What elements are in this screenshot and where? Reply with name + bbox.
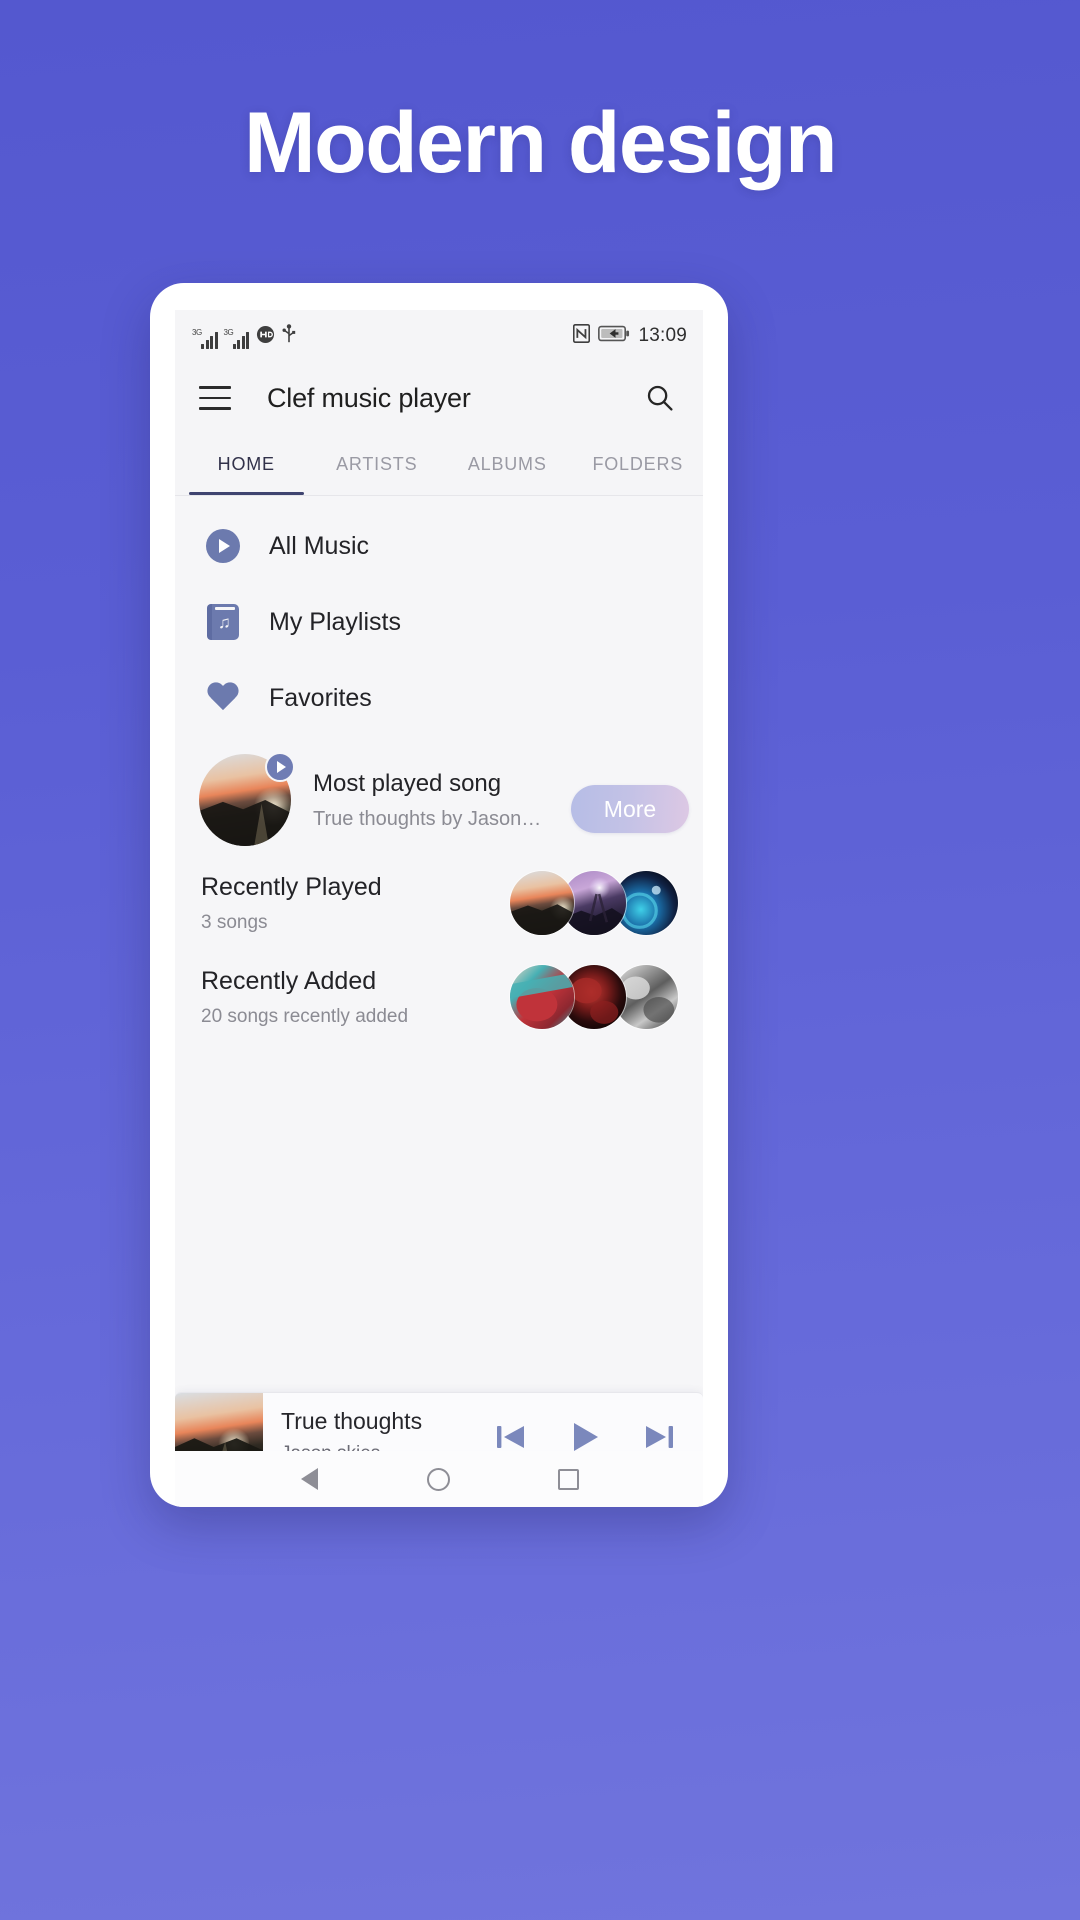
tab-home-label: HOME xyxy=(217,454,275,474)
battery-charging-icon xyxy=(598,325,630,347)
most-played-title: Most played song xyxy=(313,769,502,797)
status-bar-clock: 13:09 xyxy=(638,325,687,346)
library-nav-list: All Music ♫ My Playlists Favorites xyxy=(175,496,703,736)
tab-artists-label: ARTISTS xyxy=(336,454,418,474)
most-played-card[interactable]: Most played song True thoughts by Jason…… xyxy=(175,744,703,856)
most-played-text: Most played song True thoughts by Jason… xyxy=(313,770,561,831)
hd-audio-icon xyxy=(256,325,275,349)
red-teal-artwork xyxy=(509,964,575,1030)
section-recently-played-title: Recently Played xyxy=(201,872,382,901)
system-nav-bar xyxy=(175,1451,703,1507)
section-recently-played-text: Recently Played 3 songs xyxy=(201,873,509,934)
recently-played-thumbnails xyxy=(509,870,687,936)
phone-frame: 3G 3G 13:09 Clef music player HOME ARTIS… xyxy=(150,283,728,1507)
signal-3g-icon: 3G xyxy=(192,327,218,349)
home-circle-icon[interactable] xyxy=(424,1464,454,1494)
tab-albums[interactable]: ALBUMS xyxy=(442,434,573,495)
nav-item-all-music-label: All Music xyxy=(269,531,370,560)
usb-icon xyxy=(282,323,296,349)
status-bar-right: 13:09 xyxy=(573,324,687,348)
status-bar: 3G 3G 13:09 xyxy=(175,310,703,362)
most-played-subtitle: True thoughts by Jason… xyxy=(313,807,542,830)
app-title: Clef music player xyxy=(267,382,471,413)
play-badge-icon[interactable] xyxy=(265,752,295,782)
nfc-icon xyxy=(573,324,591,348)
mini-player-track-title: True thoughts xyxy=(281,1408,423,1434)
nav-item-my-playlists-label: My Playlists xyxy=(269,607,401,636)
skip-next-icon[interactable] xyxy=(641,1419,677,1455)
network-label-2: 3G xyxy=(223,327,234,337)
back-triangle-icon[interactable] xyxy=(295,1464,325,1494)
nav-item-favorites[interactable]: Favorites xyxy=(175,660,703,736)
tab-folders-label: FOLDERS xyxy=(592,454,684,474)
most-played-artwork-wrap xyxy=(199,752,295,846)
tab-bar: HOME ARTISTS ALBUMS FOLDERS xyxy=(175,434,703,496)
heart-icon xyxy=(201,683,245,714)
more-button[interactable]: More xyxy=(571,785,689,833)
content-area: All Music ♫ My Playlists Favorites Most … xyxy=(175,496,703,1480)
nav-item-all-music[interactable]: All Music xyxy=(175,508,703,584)
nav-item-favorites-label: Favorites xyxy=(269,683,372,712)
tab-home[interactable]: HOME xyxy=(181,434,312,495)
section-recently-played[interactable]: Recently Played 3 songs xyxy=(175,856,703,950)
section-recently-added[interactable]: Recently Added 20 songs recently added xyxy=(175,950,703,1044)
phone-screen: 3G 3G 13:09 Clef music player HOME ARTIS… xyxy=(175,310,703,1480)
skip-previous-icon[interactable] xyxy=(493,1419,529,1455)
tab-folders[interactable]: FOLDERS xyxy=(573,434,704,495)
nav-item-my-playlists[interactable]: ♫ My Playlists xyxy=(175,584,703,660)
signal-3g-icon-2: 3G xyxy=(223,327,249,349)
hamburger-menu-icon[interactable] xyxy=(199,386,231,410)
sunset-artwork xyxy=(509,870,575,936)
promo-headline: Modern design xyxy=(243,95,838,191)
play-circle-icon xyxy=(201,529,245,563)
recents-square-icon[interactable] xyxy=(553,1464,583,1494)
status-bar-left: 3G 3G xyxy=(192,323,296,349)
playlist-book-icon: ♫ xyxy=(201,604,245,640)
recently-added-thumbnails xyxy=(509,964,687,1030)
section-recently-added-text: Recently Added 20 songs recently added xyxy=(201,967,509,1028)
tab-artists[interactable]: ARTISTS xyxy=(312,434,443,495)
section-recently-played-subtitle: 3 songs xyxy=(201,911,268,933)
network-label-1: 3G xyxy=(192,327,202,337)
search-icon[interactable] xyxy=(641,379,679,417)
section-recently-added-subtitle: 20 songs recently added xyxy=(201,1005,409,1027)
app-bar: Clef music player xyxy=(175,362,703,434)
section-recently-added-title: Recently Added xyxy=(201,966,377,995)
tab-albums-label: ALBUMS xyxy=(467,454,547,474)
